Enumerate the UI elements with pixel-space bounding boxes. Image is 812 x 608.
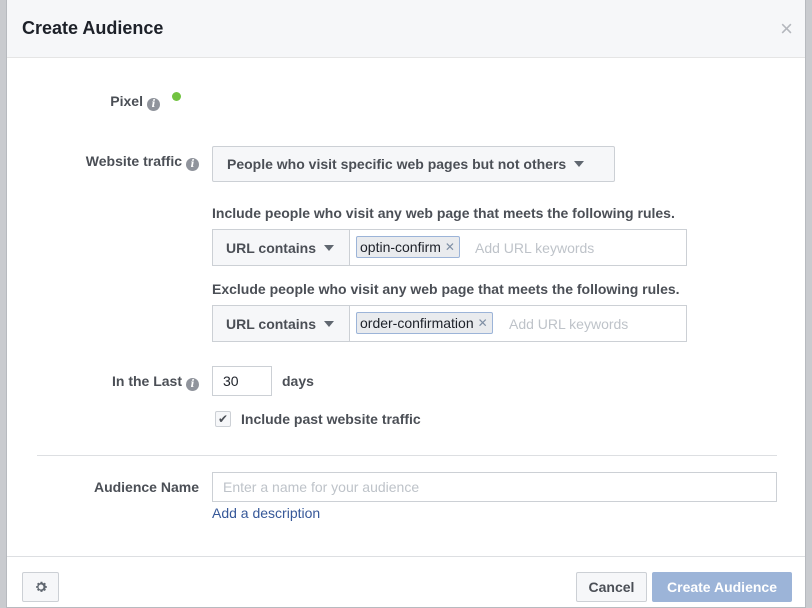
in-the-last-label: In the Last: [111, 373, 182, 389]
chevron-down-icon: [574, 161, 585, 167]
remove-token-icon[interactable]: ✕: [478, 316, 488, 330]
remove-token-icon[interactable]: ✕: [445, 240, 455, 254]
include-url-row: URL contains optin-confirm ✕: [212, 229, 687, 266]
pixel-label-row: Pixel i: [7, 93, 160, 111]
info-icon[interactable]: i: [186, 158, 199, 171]
close-icon[interactable]: ×: [780, 18, 793, 40]
include-rule-text: Include people who visit any web page th…: [212, 205, 675, 221]
website-traffic-label-row: Website traffic i: [7, 153, 199, 171]
include-operator-label: URL contains: [226, 239, 316, 256]
dialog-header: Create Audience ×: [7, 0, 805, 58]
website-traffic-selected: People who visit specific web pages but …: [227, 156, 567, 172]
past-traffic-label: Include past website traffic: [241, 411, 421, 427]
exclude-keyword-text: order-confirmation: [360, 315, 474, 331]
create-audience-button[interactable]: Create Audience: [652, 572, 792, 602]
info-icon[interactable]: i: [186, 378, 199, 391]
exclude-operator-label: URL contains: [226, 315, 316, 332]
section-divider: [37, 455, 777, 456]
add-description-link[interactable]: Add a description: [212, 505, 320, 521]
pixel-label: Pixel: [110, 93, 143, 109]
audience-name-input[interactable]: [212, 472, 777, 502]
footer-divider: [7, 556, 805, 557]
exclude-rule-text: Exclude people who visit any web page th…: [212, 281, 680, 297]
website-traffic-label: Website traffic: [85, 153, 182, 169]
days-input[interactable]: [212, 366, 272, 396]
include-keyword-text: optin-confirm: [360, 239, 441, 255]
in-the-last-label-row: In the Last i: [7, 373, 199, 391]
audience-name-label: Audience Name: [93, 479, 199, 495]
exclude-url-row: URL contains order-confirmation ✕: [212, 305, 687, 342]
info-icon[interactable]: i: [147, 98, 160, 111]
include-keyword-token: optin-confirm ✕: [356, 236, 460, 258]
include-url-input[interactable]: [473, 237, 633, 259]
exclude-operator-select[interactable]: URL contains: [213, 306, 350, 341]
create-audience-dialog: Create Audience × Pixel i Website traffic…: [6, 0, 806, 608]
gear-icon: [35, 581, 47, 592]
cancel-button[interactable]: Cancel: [576, 572, 647, 602]
past-traffic-checkbox[interactable]: ✔: [215, 411, 231, 427]
chevron-down-icon: [323, 320, 334, 327]
exclude-url-input[interactable]: [507, 313, 667, 335]
chevron-down-icon: [323, 244, 334, 251]
website-traffic-select[interactable]: People who visit specific web pages but …: [212, 146, 615, 182]
pixel-status-dot: [172, 92, 181, 101]
exclude-keyword-token: order-confirmation ✕: [356, 312, 493, 334]
dialog-title: Create Audience: [22, 18, 164, 38]
days-unit: days: [282, 373, 314, 389]
include-operator-select[interactable]: URL contains: [213, 230, 350, 265]
settings-button[interactable]: [22, 572, 59, 602]
